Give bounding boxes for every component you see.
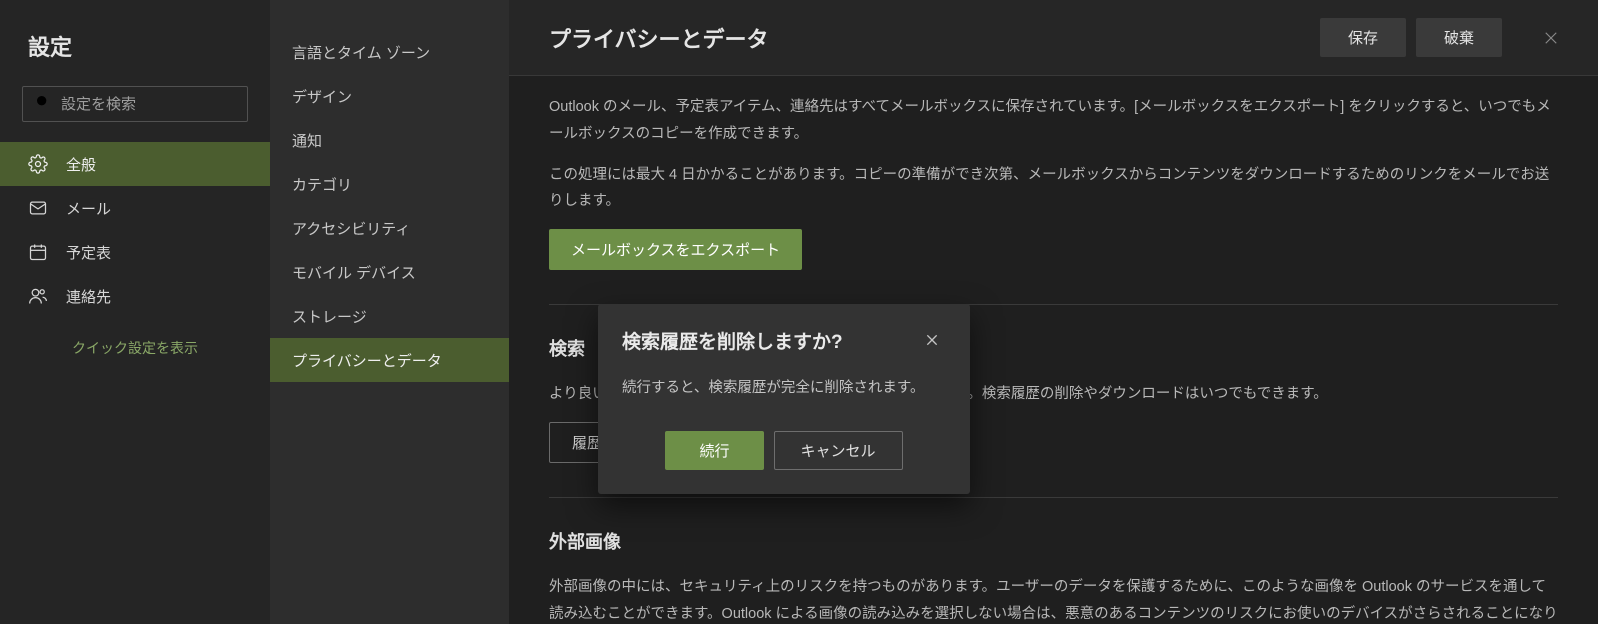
nav-contacts[interactable]: 連絡先 (0, 274, 270, 318)
people-icon (28, 286, 48, 306)
subnav-privacy-data[interactable]: プライバシーとデータ (270, 338, 509, 382)
external-images-section: 外部画像 外部画像の中には、セキュリティ上のリスクを持つものがあります。ユーザー… (549, 528, 1558, 624)
settings-search-input[interactable] (61, 96, 260, 113)
discard-button[interactable]: 破棄 (1416, 18, 1502, 57)
export-mailbox-button[interactable]: メールボックスをエクスポート (549, 229, 802, 270)
close-settings-button[interactable] (1530, 17, 1572, 59)
calendar-icon (28, 242, 48, 262)
search-icon (35, 94, 51, 115)
nav-general-label: 全般 (66, 154, 96, 175)
external-images-heading: 外部画像 (549, 528, 1558, 554)
nav-mail-label: メール (66, 198, 111, 219)
export-section: Outlook のメール、予定表アイテム、連絡先はすべてメールボックスに保存され… (549, 94, 1558, 270)
subnav-accessibility[interactable]: アクセシビリティ (270, 206, 509, 250)
subnav-notifications[interactable]: 通知 (270, 118, 509, 162)
dialog-title: 検索履歴を削除しますか? (622, 327, 843, 354)
settings-title: 設定 (0, 20, 270, 86)
settings-search[interactable] (22, 86, 248, 122)
mail-icon (28, 198, 48, 218)
subnav-mobile-devices[interactable]: モバイル デバイス (270, 250, 509, 294)
save-button[interactable]: 保存 (1320, 18, 1406, 57)
nav-general[interactable]: 全般 (0, 142, 270, 186)
nav-calendar-label: 予定表 (66, 242, 111, 263)
dialog-confirm-button[interactable]: 続行 (665, 431, 763, 470)
export-desc-1: Outlook のメール、予定表アイテム、連絡先はすべてメールボックスに保存され… (549, 94, 1558, 148)
dialog-body: 続行すると、検索履歴が完全に削除されます。 (622, 376, 946, 397)
page-title: プライバシーとデータ (549, 22, 1310, 54)
nav-mail[interactable]: メール (0, 186, 270, 230)
main-header: プライバシーとデータ 保存 破棄 (509, 0, 1598, 76)
external-images-desc: 外部画像の中には、セキュリティ上のリスクを持つものがあります。ユーザーのデータを… (549, 574, 1558, 624)
nav-contacts-label: 連絡先 (66, 286, 111, 307)
subnav-language-timezone[interactable]: 言語とタイム ゾーン (270, 30, 509, 74)
quick-settings-link[interactable]: クイック設定を表示 (0, 318, 270, 358)
nav-calendar[interactable]: 予定表 (0, 230, 270, 274)
settings-subnav: 言語とタイム ゾーン デザイン 通知 カテゴリ アクセシビリティ モバイル デバ… (270, 0, 509, 624)
export-desc-2: この処理には最大 4 日かかることがあります。コピーの準備ができ次第、メールボッ… (549, 162, 1558, 216)
close-icon (924, 332, 940, 348)
divider (549, 497, 1558, 498)
gear-icon (28, 154, 48, 174)
dialog-cancel-button[interactable]: キャンセル (774, 431, 903, 470)
subnav-storage[interactable]: ストレージ (270, 294, 509, 338)
dialog-close-button[interactable] (918, 326, 946, 354)
subnav-categories[interactable]: カテゴリ (270, 162, 509, 206)
close-icon (1542, 29, 1560, 47)
delete-history-dialog: 検索履歴を削除しますか? 続行すると、検索履歴が完全に削除されます。 続行 キャ… (598, 304, 970, 494)
settings-sidebar: 設定 全般 メール (0, 0, 270, 624)
subnav-design[interactable]: デザイン (270, 74, 509, 118)
